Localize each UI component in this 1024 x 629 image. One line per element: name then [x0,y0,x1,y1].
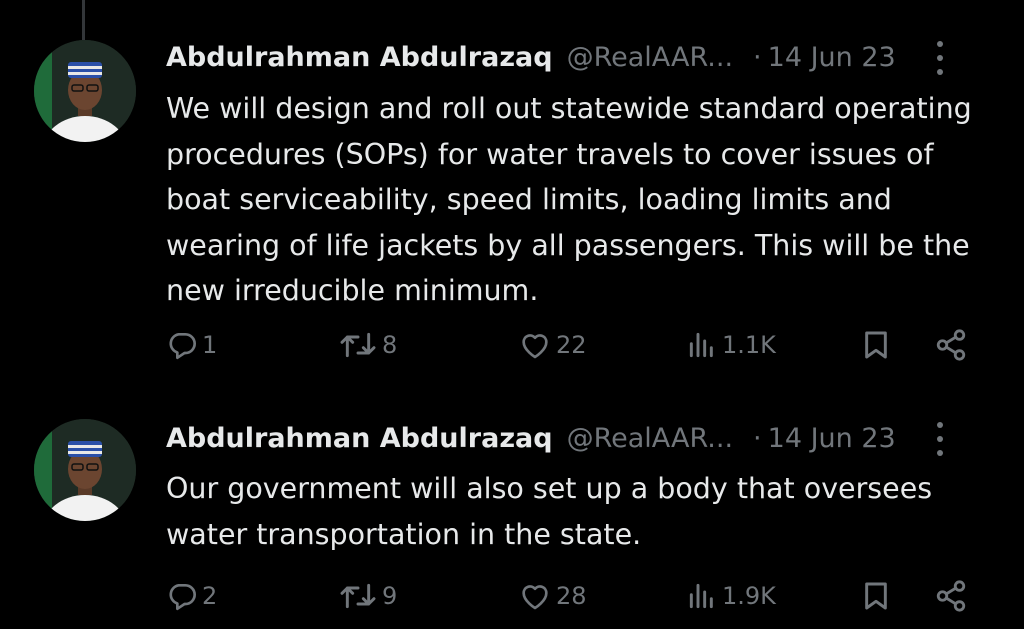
heart-icon [522,585,548,610]
share-button[interactable] [934,325,968,365]
retweet-count: 8 [382,331,398,359]
tweet[interactable]: Abdulrahman Abdulrazaq @RealAAR... · 14 … [0,400,1024,629]
share-icon [936,580,966,612]
tweet-actions: 2 9 28 1.9K [166,576,986,616]
bookmark-button[interactable] [860,576,892,616]
tweet-header: Abdulrahman Abdulrazaq @RealAAR... · 14 … [166,37,986,77]
like-button[interactable]: 22 [518,325,587,365]
retweet-button[interactable]: 9 [338,576,397,616]
retweet-icon [340,583,376,609]
bookmark-icon [865,331,887,359]
like-button[interactable]: 28 [518,576,587,616]
views-count: 1.9K [722,582,776,610]
retweet-button[interactable]: 8 [338,325,397,365]
separator-dot: · [753,41,762,73]
share-icon [936,329,966,361]
bookmark-button[interactable] [860,325,892,365]
author-handle[interactable]: @RealAAR... [567,42,733,73]
bookmark-icon [865,582,887,610]
share-button[interactable] [934,576,968,616]
tweet[interactable]: Abdulrahman Abdulrazaq @RealAAR... · 14 … [0,0,1024,400]
avatar[interactable] [34,419,136,521]
tweet-actions: 1 8 22 1.1K [166,325,986,365]
reply-icon [169,333,196,360]
views-button[interactable]: 1.9K [686,576,776,616]
reply-count: 2 [202,582,218,610]
reply-button[interactable]: 2 [166,576,217,616]
reply-count: 1 [202,331,218,359]
reply-icon [169,584,196,611]
views-icon [689,583,713,609]
views-count: 1.1K [722,331,776,359]
tweet-header: Abdulrahman Abdulrazaq @RealAAR... · 14 … [166,418,986,458]
author-name[interactable]: Abdulrahman Abdulrazaq [166,42,553,73]
views-icon [689,332,713,358]
more-icon[interactable] [934,422,946,456]
more-icon[interactable] [934,41,946,75]
reply-button[interactable]: 1 [166,325,217,365]
tweet-text: Our government will also set up a body t… [166,472,933,551]
avatar[interactable] [34,40,136,142]
retweet-icon [340,332,376,358]
author-name[interactable]: Abdulrahman Abdulrazaq [166,423,553,454]
heart-icon [522,334,548,359]
like-count: 28 [556,582,587,610]
tweet-text: We will design and roll out statewide st… [166,92,972,307]
tweet-date[interactable]: 14 Jun 23 [768,42,896,73]
tweet-date[interactable]: 14 Jun 23 [768,423,896,454]
like-count: 22 [556,331,587,359]
retweet-count: 9 [382,582,398,610]
separator-dot: · [753,422,762,454]
views-button[interactable]: 1.1K [686,325,776,365]
author-handle[interactable]: @RealAAR... [567,423,733,454]
